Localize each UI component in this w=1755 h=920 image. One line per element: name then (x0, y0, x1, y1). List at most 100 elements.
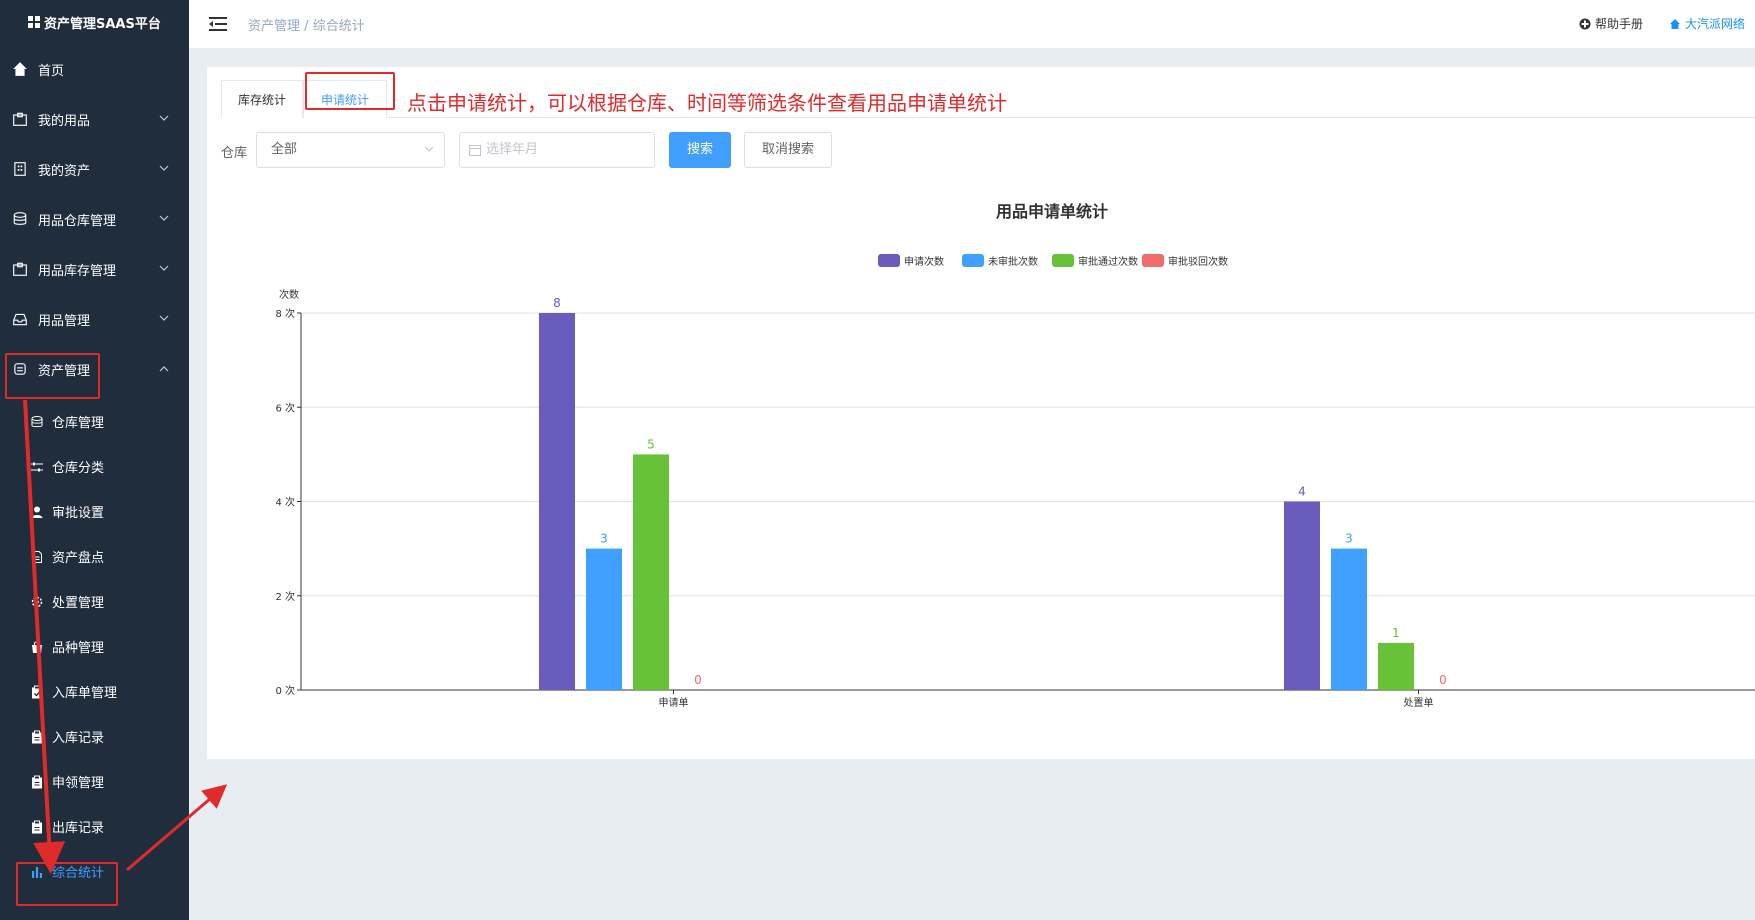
annotation-text: 点击申请统计，可以根据仓库、时间等筛选条件查看用品申请单统计 (407, 91, 1007, 115)
clipboard-icon (32, 775, 42, 788)
data-label: 3 (600, 532, 608, 546)
y-tick-label: 4 次 (275, 496, 295, 509)
sidebar-subitem-8[interactable]: 申领管理 (0, 759, 189, 804)
sidebar-subitem-label: 审批设置 (52, 506, 105, 521)
sidebar-subitem-4[interactable]: 处置管理 (0, 579, 189, 624)
chevron-down-icon (159, 265, 169, 271)
data-label: 3 (1345, 532, 1353, 546)
sidebar-subitem-label: 处置管理 (52, 596, 105, 611)
help-link[interactable]: 帮助手册 (1579, 15, 1643, 32)
x-tick-label: 申请单 (659, 696, 689, 709)
grid-logo-icon (28, 16, 40, 28)
tray-icon (13, 313, 27, 326)
y-tick-label: 6 次 (275, 401, 295, 414)
breadcrumb-parent[interactable]: 资产管理 (248, 19, 300, 34)
sidebar-item-label: 首页 (38, 63, 65, 79)
database-icon (31, 415, 43, 427)
sidebar-subitem-label: 申领管理 (52, 776, 105, 791)
sidebar-subitem-6[interactable]: 入库单管理 (0, 669, 189, 714)
data-label: 0 (694, 673, 702, 687)
data-label: 0 (1439, 673, 1447, 687)
sidebar-item-0[interactable]: 首页 (0, 44, 189, 94)
month-picker[interactable]: 选择年月 (459, 132, 655, 168)
sidebar-subitem-9[interactable]: 出库记录 (0, 804, 189, 849)
sidebar-menu: 首页 我的用品 我的资产 用品仓库管理 用品库存管理 用品管理 资产管理 仓库管理 仓库分类 审批… (0, 44, 189, 894)
search-button[interactable]: 搜索 (669, 132, 731, 168)
org-link[interactable]: 大汽派网络 (1669, 15, 1745, 32)
sliders-icon (31, 462, 43, 471)
sidebar-subitem-0[interactable]: 仓库管理 (0, 399, 189, 444)
home-icon (13, 62, 27, 76)
bar (1284, 501, 1320, 690)
clipboard-check-icon (32, 685, 42, 698)
sidebar-item-label: 用品库存管理 (38, 263, 117, 279)
app: 资产管理SAAS平台 首页我的用品我的资产用品仓库管理 用品库存管理 用品管理 资产管… (0, 0, 1755, 920)
chevron-down-icon (159, 165, 169, 171)
sidebar-item-3[interactable]: 用品仓库管理 (0, 194, 189, 244)
y-tick-label: 8 次 (275, 307, 295, 320)
sidebar-subitem-label: 资产盘点 (52, 551, 105, 566)
cancel-search-button[interactable]: 取消搜索 (744, 132, 832, 168)
plus-circle-icon (1579, 18, 1591, 29)
sidebar-subitem-2[interactable]: 审批设置 (0, 489, 189, 534)
tab-inventory-stats[interactable]: 库存统计 (221, 80, 303, 118)
database-icon (13, 212, 27, 225)
chevron-down-icon (424, 146, 434, 152)
calendar-icon (469, 145, 481, 156)
bar (1331, 548, 1367, 690)
breadcrumb: 资产管理 / 综合统计 (248, 15, 365, 34)
sidebar: 资产管理SAAS平台 首页 我的用品 我的资产 用品仓库管理 用品库存管理 用品管理 资产管… (0, 0, 189, 920)
hamburger-icon[interactable] (209, 17, 227, 31)
sidebar-subitem-label: 品种管理 (52, 641, 105, 656)
box-icon (13, 112, 27, 126)
document-icon (32, 550, 42, 563)
sidebar-subitem-label: 入库单管理 (52, 686, 118, 701)
sidebar-item-2[interactable]: 我的资产 (0, 144, 189, 194)
chevron-down-icon (159, 215, 169, 221)
month-picker-placeholder: 选择年月 (486, 142, 539, 157)
brand-title: 资产管理SAAS平台 (44, 16, 161, 32)
sidebar-item-4[interactable]: 用品库存管理 (0, 244, 189, 294)
bar (586, 548, 622, 690)
legend-label: 审批驳回次数 (1168, 255, 1228, 268)
user-icon (31, 506, 43, 518)
gear-icon (31, 596, 43, 607)
annotation-box-tab (305, 72, 395, 110)
clipboard-icon (32, 820, 42, 833)
data-label: 8 (553, 296, 561, 310)
chart-title: 用品申请单统计 (996, 202, 1108, 221)
sidebar-subitem-label: 入库记录 (52, 731, 105, 746)
help-label: 帮助手册 (1595, 17, 1644, 31)
chevron-up-icon (159, 366, 169, 372)
y-tick-label: 0 次 (275, 684, 295, 697)
header: 资产管理 / 综合统计 帮助手册 大汽派网络 (189, 0, 1755, 48)
application-stats-chart: 用品申请单统计申请次数 未审批次数 审批通过次数 审批驳回次数次数 0 次 2 次 4 次 6… (275, 202, 1755, 709)
warehouse-label: 仓库 (221, 146, 248, 161)
annotation-box-stats-menu (16, 862, 118, 906)
sidebar-subitem-7[interactable]: 入库记录 (0, 714, 189, 759)
sidebar-subitem-1[interactable]: 仓库分类 (0, 444, 189, 489)
building-icon (14, 162, 26, 176)
chevron-down-icon (159, 315, 169, 321)
bar (539, 313, 575, 690)
sidebar-item-label: 我的资产 (38, 163, 91, 179)
sidebar-subitem-5[interactable]: 品种管理 (0, 624, 189, 669)
sidebar-item-5[interactable]: 用品管理 (0, 294, 189, 344)
chevron-down-icon (159, 115, 169, 121)
breadcrumb-current: 综合统计 (312, 18, 365, 34)
sidebar-item-label: 用品仓库管理 (38, 213, 117, 229)
sidebar-subitem-3[interactable]: 资产盘点 (0, 534, 189, 579)
sidebar-item-label: 用品管理 (38, 313, 91, 329)
brand[interactable]: 资产管理SAAS平台 (0, 0, 189, 44)
box-icon (13, 262, 27, 276)
tab-label: 库存统计 (237, 93, 286, 107)
y-tick-label: 2 次 (275, 590, 295, 603)
home-icon (1670, 18, 1680, 29)
org-label: 大汽派网络 (1685, 17, 1746, 31)
sidebar-item-label: 我的用品 (38, 113, 91, 129)
bag-icon (32, 641, 42, 653)
clipboard-icon (32, 730, 42, 743)
warehouse-select[interactable]: 全部 (256, 132, 445, 168)
sidebar-item-1[interactable]: 我的用品 (0, 94, 189, 144)
legend-label: 申请次数 (904, 255, 944, 268)
